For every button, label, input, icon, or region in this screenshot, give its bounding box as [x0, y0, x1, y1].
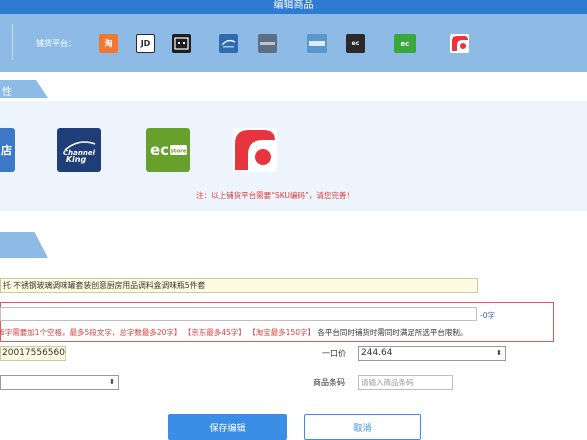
- ecstore-glyph: ec: [400, 39, 410, 48]
- divider: [12, 24, 13, 60]
- cancel-button[interactable]: 取消: [304, 414, 421, 440]
- gray-store-icon[interactable]: [258, 34, 277, 53]
- jd-glyph: JD: [140, 39, 151, 48]
- sku-warning-note: 注：以上铺货平台需要“SKU编码”，请您完善！: [196, 191, 354, 200]
- svg-text:store: store: [170, 149, 186, 155]
- price-label: 一口价: [322, 349, 346, 358]
- gray-store-svg: [260, 42, 275, 45]
- channel-king-icon[interactable]: [219, 34, 238, 53]
- left-select[interactable]: ⬍: [0, 375, 119, 390]
- store-glyph: 店: [1, 144, 12, 157]
- svg-text:King: King: [66, 155, 87, 164]
- save-button[interactable]: 保存编辑: [168, 414, 287, 440]
- page-title: 编辑商品: [273, 0, 314, 11]
- platform-bar: 铺货平台： 淘 JD ec ec: [0, 14, 587, 72]
- ecstore-icon[interactable]: ec: [394, 34, 416, 53]
- red-brand-icon[interactable]: [450, 34, 469, 53]
- store-big-icon[interactable]: 店: [0, 128, 15, 172]
- section-tab-basic-info[interactable]: [0, 232, 48, 258]
- dark-store-svg: [174, 37, 189, 50]
- hint-suffix: 各平台同时铺货时需同时满足所选平台限制。: [317, 328, 468, 337]
- red-brand-logo-svg: [235, 130, 275, 170]
- barcode-field[interactable]: 20017556560: [0, 346, 66, 361]
- red-brand-big-icon[interactable]: [233, 128, 277, 172]
- price-input[interactable]: 244.64 ⬍: [358, 346, 506, 361]
- ecstore-big-icon[interactable]: ec store: [146, 128, 190, 172]
- product-title-field[interactable]: 托 不锈钢玻璃调味罐套装创意厨房用品调料盒调味瓶5件套: [0, 278, 478, 293]
- product-code-label: 商品条码: [313, 378, 345, 387]
- ec-dark-glyph: ec: [351, 40, 360, 47]
- product-code-input[interactable]: 请输入商品条码: [358, 375, 453, 390]
- hint-taobao: 【淘宝最多150字】: [248, 328, 316, 337]
- ecstore-logo-svg: ec store: [150, 141, 187, 159]
- store-blue-icon[interactable]: [307, 34, 327, 53]
- dark-store-icon[interactable]: [172, 34, 191, 53]
- stepper-arrows-icon[interactable]: ⬍: [496, 347, 502, 360]
- store-blue-svg: [309, 41, 325, 46]
- top-header-bar: 编辑商品: [0, 0, 587, 14]
- subtitle-hint: 6字需要加1个空格，最多5段文字，总字数最多20字】 【京东最多45字】 【淘宝…: [0, 327, 467, 338]
- section-tab-attributes[interactable]: 性: [0, 80, 48, 98]
- tab-shape: [0, 232, 48, 258]
- tab-label: 性: [2, 87, 12, 98]
- subtitle-char-counter: -0字: [480, 311, 495, 320]
- channel-king-logo-svg: Channel King: [63, 141, 96, 164]
- channel-king-big-icon[interactable]: Channel King: [57, 128, 101, 172]
- platform-label: 铺货平台：: [36, 39, 76, 48]
- subtitle-input[interactable]: [0, 307, 477, 321]
- channel-king-svg: [221, 39, 236, 48]
- price-value: 244.64: [361, 348, 393, 358]
- jd-icon[interactable]: JD: [136, 34, 155, 53]
- ec-dark-icon[interactable]: ec: [346, 34, 365, 53]
- hint-jd: 【京东最多45字】: [183, 328, 246, 337]
- taobao-glyph: 淘: [104, 39, 113, 48]
- red-brand-svg: [452, 36, 468, 51]
- svg-text:ec: ec: [150, 141, 169, 159]
- taobao-icon[interactable]: 淘: [99, 34, 118, 53]
- hint-prefix: 6字需要加1个空格，最多5段文字，总字数最多20字】: [0, 328, 182, 337]
- select-arrows-icon[interactable]: ⬍: [109, 376, 115, 389]
